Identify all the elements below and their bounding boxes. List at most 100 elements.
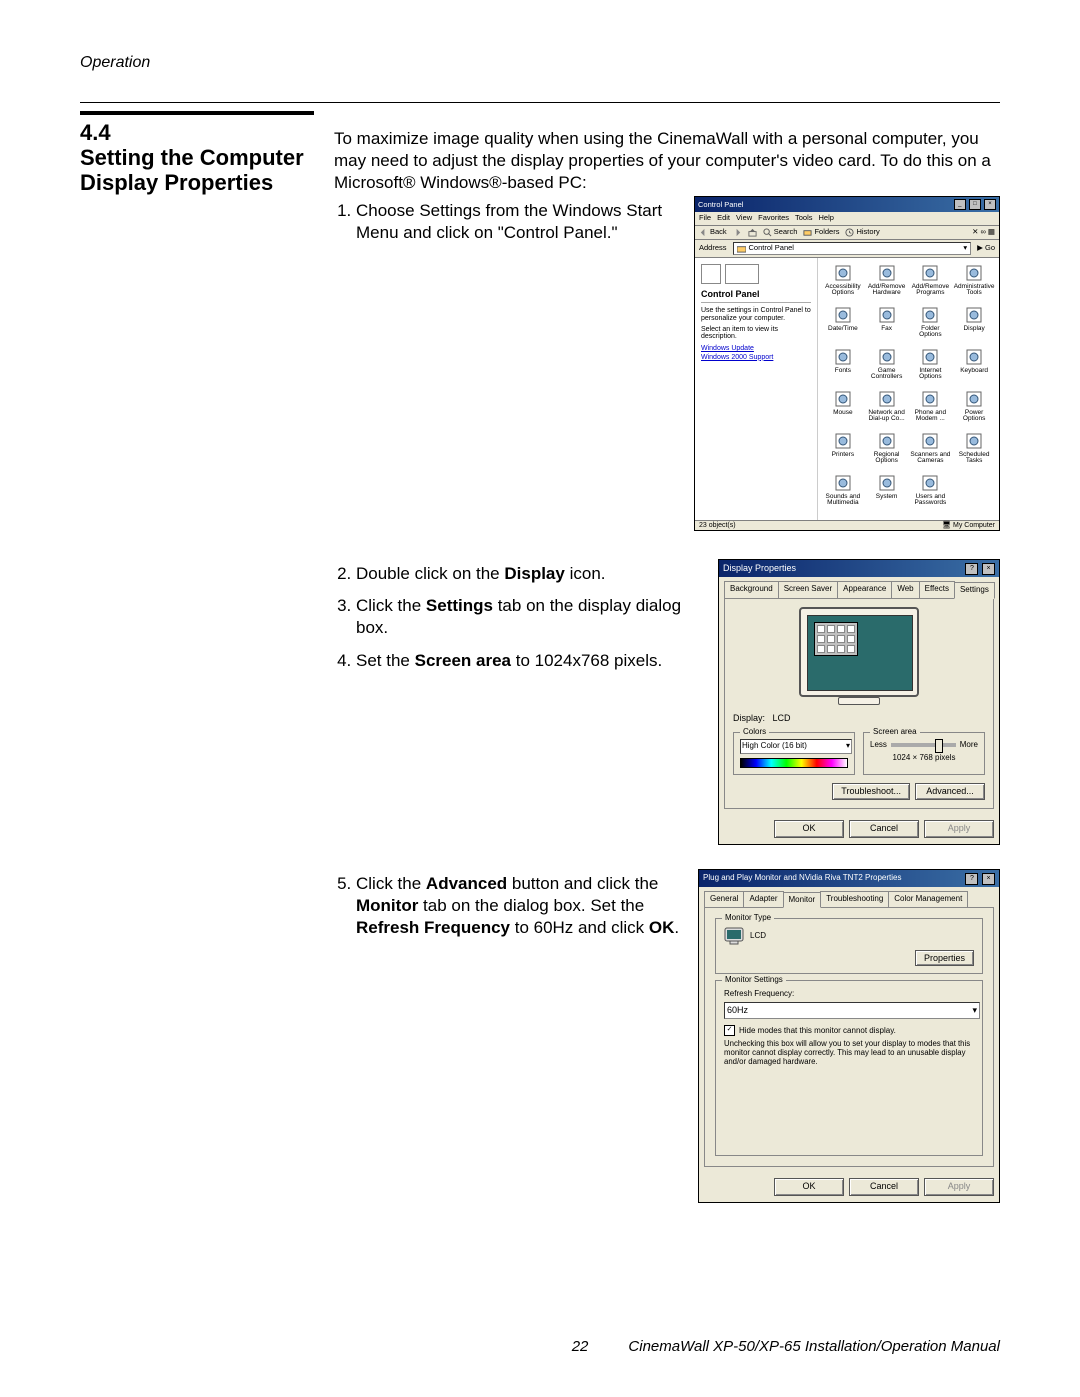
cp-link-update[interactable]: Windows Update: [701, 345, 754, 352]
cp-icon-item[interactable]: Regional Options: [866, 432, 908, 472]
tab-general[interactable]: General: [704, 891, 744, 907]
tab-background[interactable]: Background: [724, 581, 779, 597]
cp-icon-item[interactable]: Keyboard: [953, 348, 995, 388]
cp-icon-item[interactable]: Scanners and Cameras: [910, 432, 952, 472]
dp-window-buttons[interactable]: ? ×: [964, 562, 995, 575]
go-button[interactable]: ▶ Go: [977, 244, 995, 252]
tb-back[interactable]: Back: [699, 228, 727, 237]
dp-inner-buttons: Troubleshoot... Advanced...: [733, 775, 985, 801]
mp-hide-checkbox[interactable]: ✓ Hide modes that this monitor cannot di…: [724, 1025, 974, 1036]
mp-titlebar: Plug and Play Monitor and NVidia Riva TN…: [699, 870, 999, 887]
help-icon[interactable]: ?: [965, 873, 978, 885]
cp-sidebar-text1: Use the settings in Control Panel to per…: [701, 307, 811, 322]
s5g: to 60Hz and click: [510, 918, 649, 937]
menu-favorites[interactable]: Favorites: [758, 214, 789, 222]
close-icon[interactable]: ×: [982, 563, 995, 575]
cancel-button[interactable]: Cancel: [849, 820, 919, 838]
tab-screensaver[interactable]: Screen Saver: [778, 581, 838, 597]
mp-refresh-select[interactable]: 60Hz ▾: [724, 1002, 980, 1020]
cp-icon-item[interactable]: Folder Options: [910, 306, 952, 346]
cp-titlebar: Control Panel _ □ ×: [695, 197, 999, 212]
cp-icon-label: Network and Dial-up Co...: [866, 410, 908, 424]
menu-help[interactable]: Help: [819, 214, 834, 222]
cp-icon-item[interactable]: Fax: [866, 306, 908, 346]
menu-file[interactable]: File: [699, 214, 711, 222]
tab-web[interactable]: Web: [891, 581, 919, 597]
tab-adapter[interactable]: Adapter: [743, 891, 783, 907]
tab-monitor[interactable]: Monitor: [783, 892, 822, 908]
dp-tabs[interactable]: Background Screen Saver Appearance Web E…: [719, 577, 999, 597]
advanced-button[interactable]: Advanced...: [915, 783, 985, 801]
dp-colorbar: [740, 758, 848, 768]
menu-tools[interactable]: Tools: [795, 214, 813, 222]
tab-effects[interactable]: Effects: [919, 581, 955, 597]
cp-addressbar[interactable]: Address Control Panel ▾ ▶ Go: [695, 240, 999, 258]
cp-icon-item[interactable]: Network and Dial-up Co...: [866, 390, 908, 430]
cp-icon-item[interactable]: Sounds and Multimedia: [822, 474, 864, 514]
s5a: Click the: [356, 874, 426, 893]
cp-icon-item[interactable]: Administrative Tools: [953, 264, 995, 304]
tab-color-management[interactable]: Color Management: [888, 891, 968, 907]
s2a: Double click on the: [356, 564, 504, 583]
properties-button[interactable]: Properties: [915, 950, 974, 966]
chevron-down-icon[interactable]: ▾: [963, 244, 967, 252]
minimize-icon[interactable]: _: [954, 199, 966, 210]
menu-view[interactable]: View: [736, 214, 752, 222]
troubleshoot-button[interactable]: Troubleshoot...: [832, 783, 910, 801]
cp-icon-label: Users and Passwords: [910, 494, 952, 508]
cp-menubar[interactable]: File Edit View Favorites Tools Help: [695, 212, 999, 225]
cp-icon-item[interactable]: Add/Remove Programs: [910, 264, 952, 304]
tb-forward-icon[interactable]: [733, 228, 742, 237]
addr-label: Address: [699, 244, 727, 252]
cp-icon-item[interactable]: System: [866, 474, 908, 514]
cp-icon-item[interactable]: Display: [953, 306, 995, 346]
cp-icon-item[interactable]: Mouse: [822, 390, 864, 430]
mp-tabs[interactable]: General Adapter Monitor Troubleshooting …: [699, 887, 999, 907]
monitor-properties-figure: Plug and Play Monitor and NVidia Riva TN…: [698, 869, 1000, 1203]
ok-button[interactable]: OK: [774, 820, 844, 838]
tb-history[interactable]: History: [845, 228, 879, 237]
cp-icon-item[interactable]: Printers: [822, 432, 864, 472]
checkbox-icon[interactable]: ✓: [724, 1025, 735, 1036]
menu-edit[interactable]: Edit: [717, 214, 730, 222]
cp-icon-item[interactable]: Phone and Modem ...: [910, 390, 952, 430]
cp-window-buttons[interactable]: _ □ ×: [953, 199, 996, 210]
cp-link-support[interactable]: Windows 2000 Support: [701, 354, 773, 361]
cp-icon-item[interactable]: Users and Passwords: [910, 474, 952, 514]
tab-appearance[interactable]: Appearance: [837, 581, 892, 597]
addr-field[interactable]: Control Panel ▾: [733, 242, 972, 255]
dp-screen-slider[interactable]: [891, 743, 956, 747]
cp-icon-item[interactable]: Power Options: [953, 390, 995, 430]
maximize-icon[interactable]: □: [969, 199, 981, 210]
cp-icon-item[interactable]: Internet Options: [910, 348, 952, 388]
mp-window-buttons[interactable]: ? ×: [964, 872, 995, 885]
tb-up-icon[interactable]: [748, 228, 757, 237]
ok-button[interactable]: OK: [774, 1178, 844, 1196]
dp-colors-select[interactable]: High Color (16 bit) ▾: [740, 739, 852, 753]
cp-icon-item[interactable]: Accessibility Options: [822, 264, 864, 304]
tab-troubleshooting[interactable]: Troubleshooting: [820, 891, 889, 907]
chevron-down-icon[interactable]: ▾: [972, 1005, 977, 1017]
section-number: 4.4: [80, 121, 314, 145]
tab-settings[interactable]: Settings: [954, 582, 995, 598]
tb-folders[interactable]: Folders: [803, 228, 839, 237]
help-icon[interactable]: ?: [965, 563, 978, 575]
tb-back-label: Back: [710, 228, 727, 236]
dp-screen-value: 1024 × 768 pixels: [870, 753, 978, 763]
cp-status-left: 23 object(s): [699, 522, 736, 530]
cp-icon-item[interactable]: Game Controllers: [866, 348, 908, 388]
tb-extra-icons[interactable]: ✕ ∞ ▦: [972, 228, 995, 236]
display-properties-window: Display Properties ? × Background Screen…: [718, 559, 1000, 845]
tb-search[interactable]: Search: [763, 228, 798, 237]
cp-toolbar[interactable]: Back Search Folders History ✕ ∞ ▦: [695, 226, 999, 240]
cp-icon-item[interactable]: Fonts: [822, 348, 864, 388]
chevron-down-icon[interactable]: ▾: [846, 741, 850, 751]
close-icon[interactable]: ×: [984, 199, 996, 210]
cancel-button[interactable]: Cancel: [849, 1178, 919, 1196]
cp-icon-item[interactable]: Add/Remove Hardware: [866, 264, 908, 304]
cp-icon-item[interactable]: Date/Time: [822, 306, 864, 346]
apply-button[interactable]: Apply: [924, 1178, 994, 1196]
close-icon[interactable]: ×: [982, 873, 995, 885]
apply-button[interactable]: Apply: [924, 820, 994, 838]
cp-icon-item[interactable]: Scheduled Tasks: [953, 432, 995, 472]
